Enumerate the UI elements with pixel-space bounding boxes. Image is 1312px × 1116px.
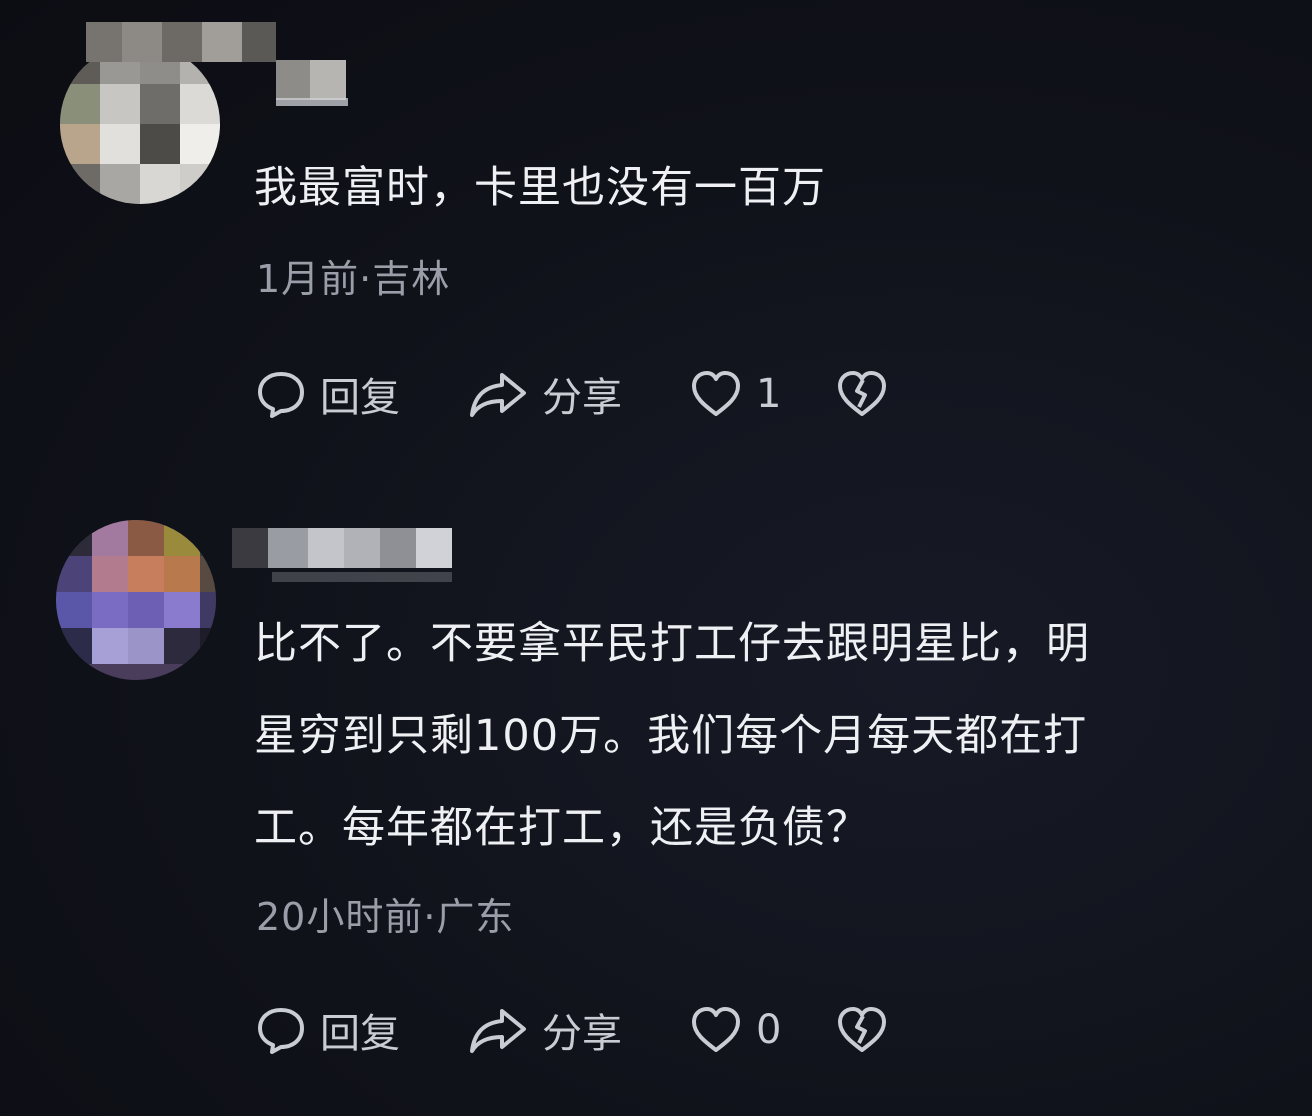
dislike-button[interactable] xyxy=(836,1000,888,1060)
username-redacted xyxy=(232,528,452,568)
share-button[interactable]: 分享 xyxy=(468,1000,622,1060)
comment-actions: 回复 分享 1 xyxy=(256,364,956,424)
share-icon xyxy=(468,1005,528,1055)
comment-actions: 回复 分享 0 xyxy=(256,1000,956,1060)
like-count: 0 xyxy=(756,1007,782,1053)
username-residue xyxy=(276,98,348,106)
broken-heart-icon xyxy=(836,1005,888,1055)
reply-icon xyxy=(256,1005,306,1055)
comment-meta: 20小时前·广东 xyxy=(256,895,515,939)
comment-item: 我最富时，卡里也没有一百万 1月前·吉林 回复 分享 1 xyxy=(0,0,1312,470)
like-count: 1 xyxy=(756,371,782,417)
share-icon xyxy=(468,369,528,419)
comment-item: 比不了。不要拿平民打工仔去跟明星比，明 星穷到只剩100万。我们每个月每天都在打… xyxy=(0,470,1312,1116)
reply-button[interactable]: 回复 xyxy=(256,364,400,424)
like-button[interactable]: 1 xyxy=(690,364,781,424)
avatar[interactable] xyxy=(56,520,216,680)
avatar[interactable] xyxy=(60,44,220,204)
username-residue xyxy=(272,572,452,582)
reply-label: 回复 xyxy=(320,375,400,421)
comment-text: 我最富时，卡里也没有一百万 xyxy=(254,163,826,213)
heart-icon xyxy=(690,369,742,419)
share-button[interactable]: 分享 xyxy=(468,364,622,424)
share-label: 分享 xyxy=(542,1011,622,1057)
comment-text: 比不了。不要拿平民打工仔去跟明星比，明 星穷到只剩100万。我们每个月每天都在打… xyxy=(254,619,1090,853)
share-label: 分享 xyxy=(542,375,622,421)
like-button[interactable]: 0 xyxy=(690,1000,781,1060)
broken-heart-icon xyxy=(836,369,888,419)
reply-label: 回复 xyxy=(320,1011,400,1057)
reply-button[interactable]: 回复 xyxy=(256,1000,400,1060)
comment-meta: 1月前·吉林 xyxy=(256,257,451,301)
username-redacted xyxy=(86,22,346,100)
dislike-button[interactable] xyxy=(836,364,888,424)
heart-icon xyxy=(690,1005,742,1055)
reply-icon xyxy=(256,369,306,419)
